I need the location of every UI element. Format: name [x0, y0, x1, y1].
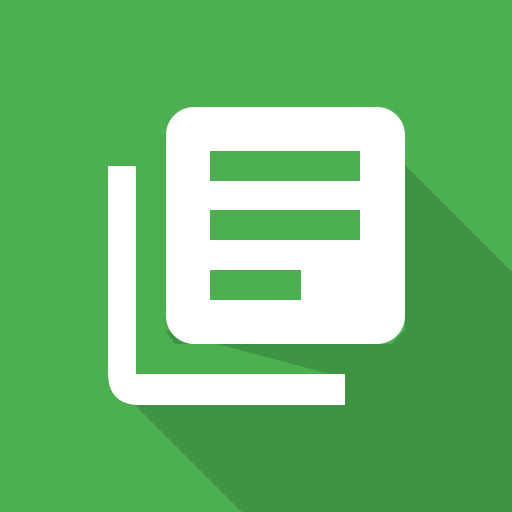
- text-line-2: [210, 210, 360, 240]
- library-books-icon: [0, 0, 512, 512]
- text-line-3: [210, 270, 301, 300]
- text-line-1: [210, 151, 360, 181]
- app-icon: [0, 0, 512, 512]
